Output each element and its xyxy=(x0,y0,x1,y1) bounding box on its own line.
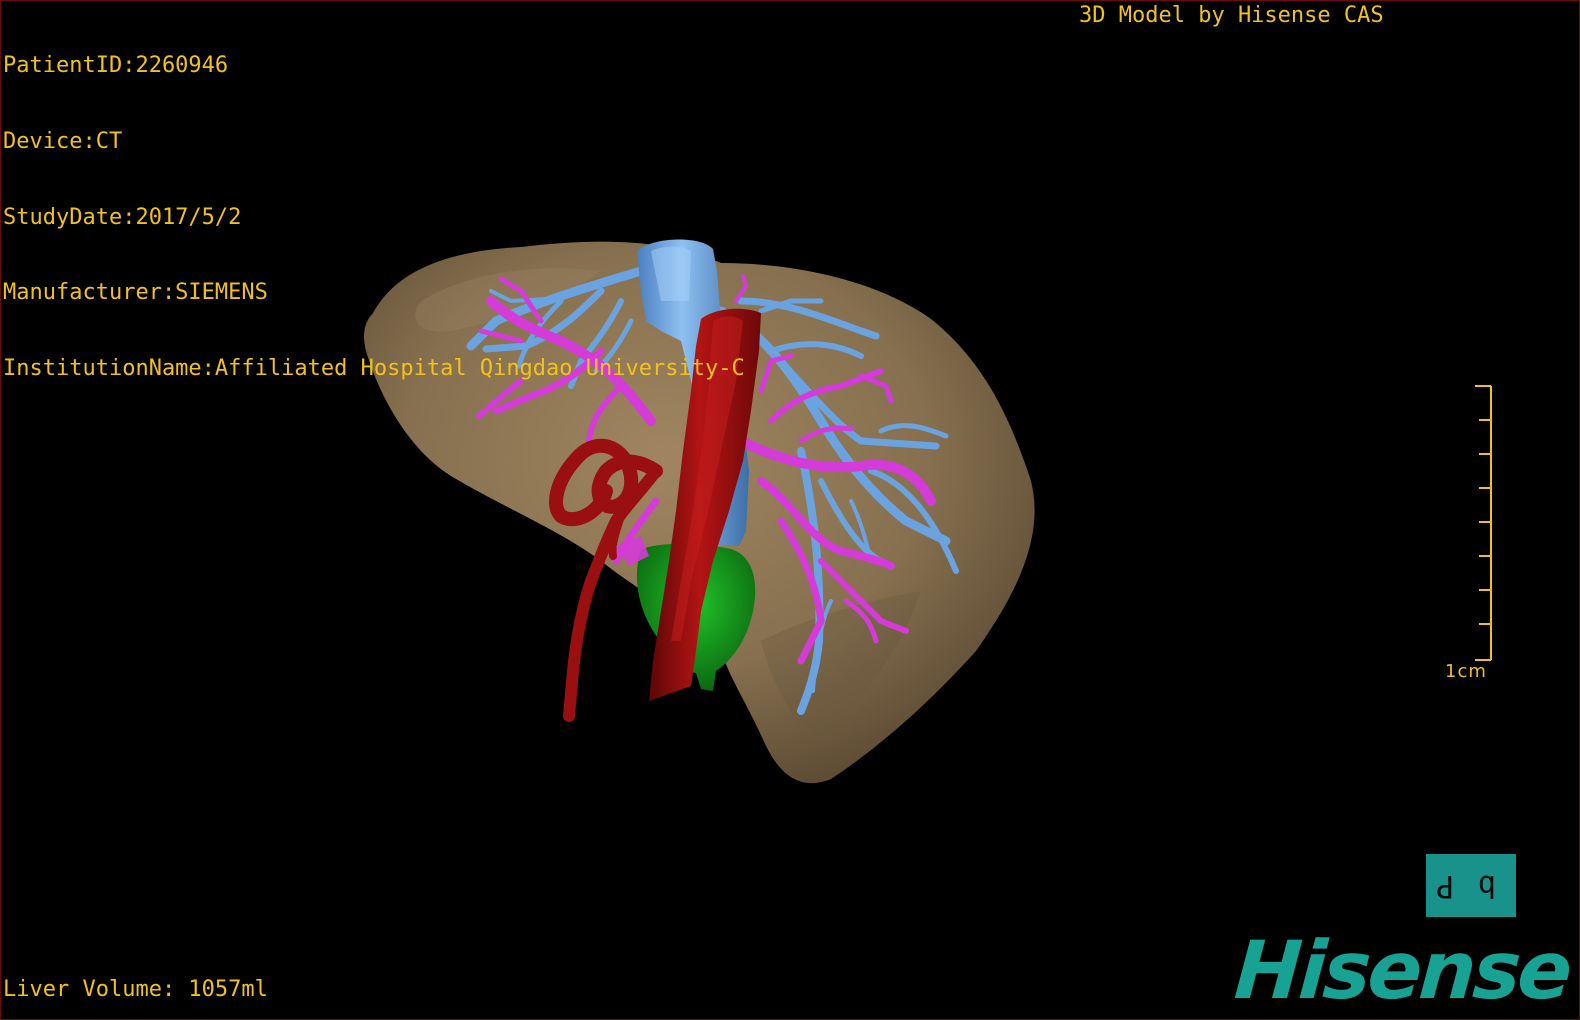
model-credit-label: 3D Model by Hisense CAS xyxy=(1079,3,1384,28)
study-date-label: StudyDate:2017/5/2 xyxy=(3,204,242,230)
institution-label: InstitutionName:Affiliated Hospital Qing… xyxy=(3,355,745,381)
hisense-logo: Hisense xyxy=(1231,924,1573,1017)
liver-volume-label: Liver Volume: 1057ml xyxy=(3,977,268,1002)
device-label: Device:CT xyxy=(3,129,123,155)
patient-info-overlay: PatientID:2260946 Device:CT StudyDate:20… xyxy=(3,3,745,431)
patient-id-label: PatientID:2260946 xyxy=(3,53,229,79)
scale-bar xyxy=(1475,385,1492,661)
orientation-marker-icon[interactable]: P d xyxy=(1426,854,1516,917)
scale-bar-label: 1cm xyxy=(1445,661,1487,682)
orientation-right-glyph: d xyxy=(1478,868,1497,903)
manufacturer-label: Manufacturer:SIEMENS xyxy=(3,280,268,306)
orientation-left-glyph: P xyxy=(1436,868,1455,903)
3d-viewport[interactable]: PatientID:2260946 Device:CT StudyDate:20… xyxy=(0,0,1580,1020)
